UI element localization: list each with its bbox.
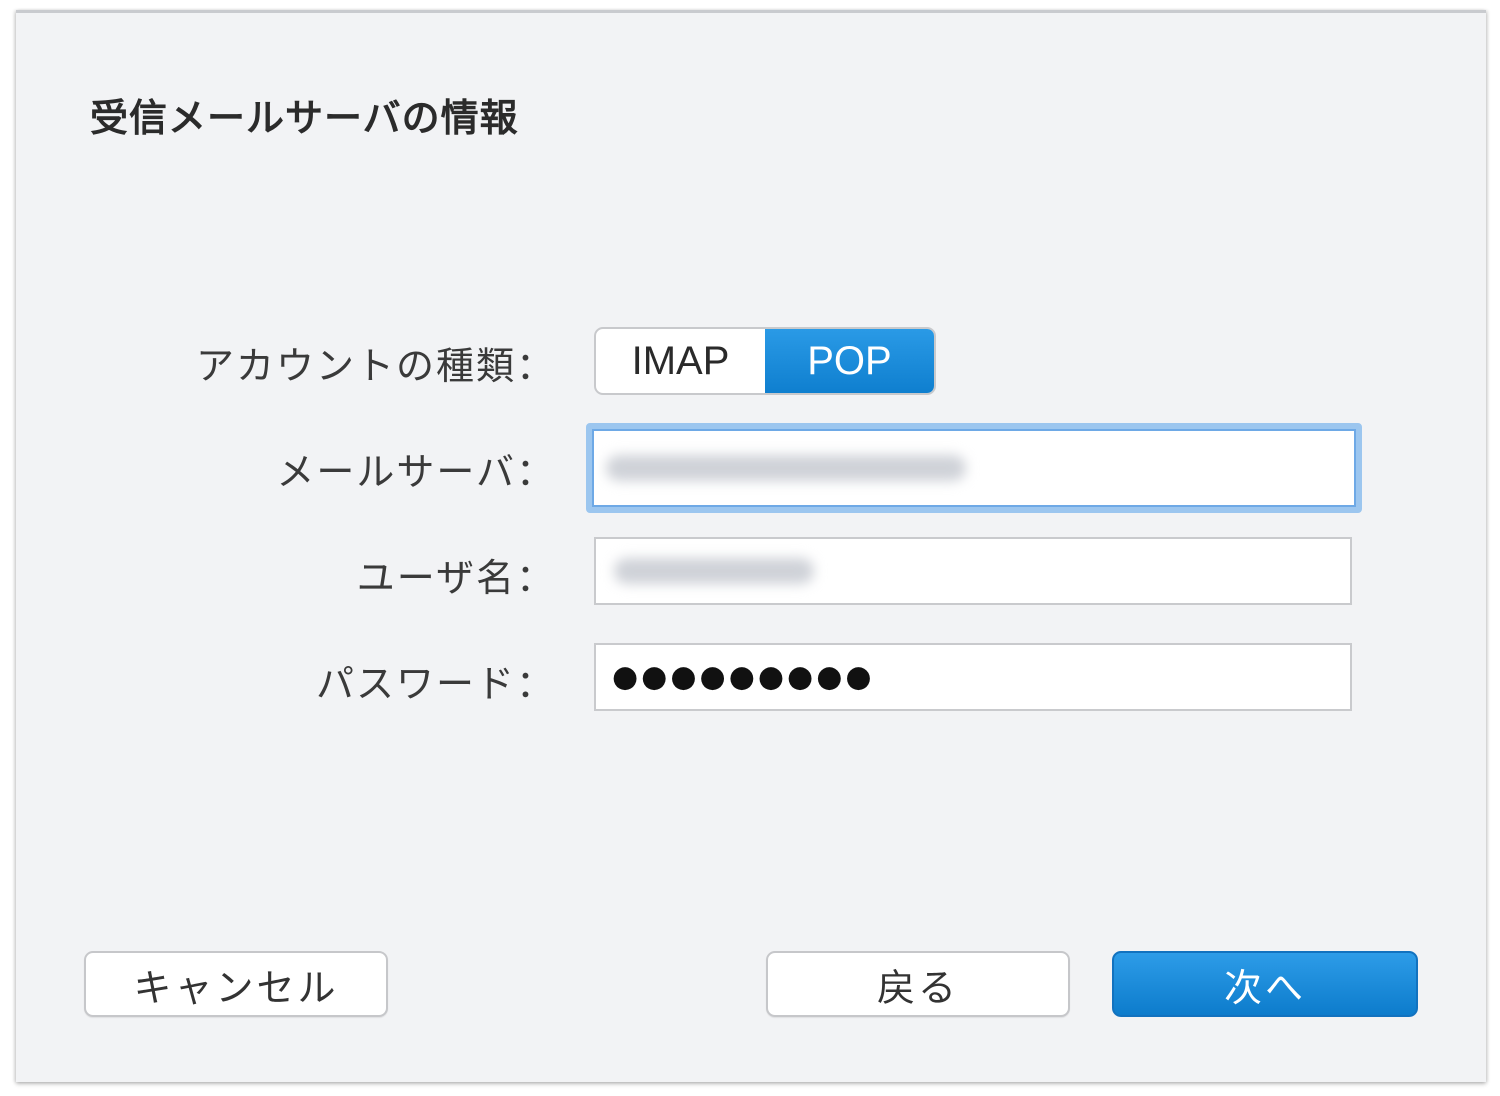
next-button[interactable]: 次へ <box>1112 951 1418 1017</box>
account-type-label: アカウントの種類： <box>195 344 556 388</box>
username-input[interactable] <box>594 537 1352 605</box>
account-type-segmented-control: IMAP POP <box>594 327 936 395</box>
username-label: ユーザ名： <box>356 556 556 600</box>
password-input[interactable]: ●●●●●●●●● <box>594 643 1352 711</box>
segment-imap[interactable]: IMAP <box>596 329 765 393</box>
mail-server-label: メールサーバ： <box>276 450 556 494</box>
password-label: パスワード： <box>315 662 556 706</box>
redacted-value <box>606 455 966 481</box>
back-button[interactable]: 戻る <box>766 951 1070 1017</box>
dialog-title: 受信メールサーバの情報 <box>90 96 519 140</box>
password-mask: ●●●●●●●●● <box>612 659 875 695</box>
cancel-button[interactable]: キャンセル <box>84 951 388 1017</box>
segment-pop[interactable]: POP <box>765 329 934 393</box>
mail-server-dialog: 受信メールサーバの情報 アカウントの種類： IMAP POP メールサーバ： ユ… <box>16 10 1486 1082</box>
redacted-value <box>614 558 814 584</box>
mail-server-input[interactable] <box>586 423 1362 513</box>
